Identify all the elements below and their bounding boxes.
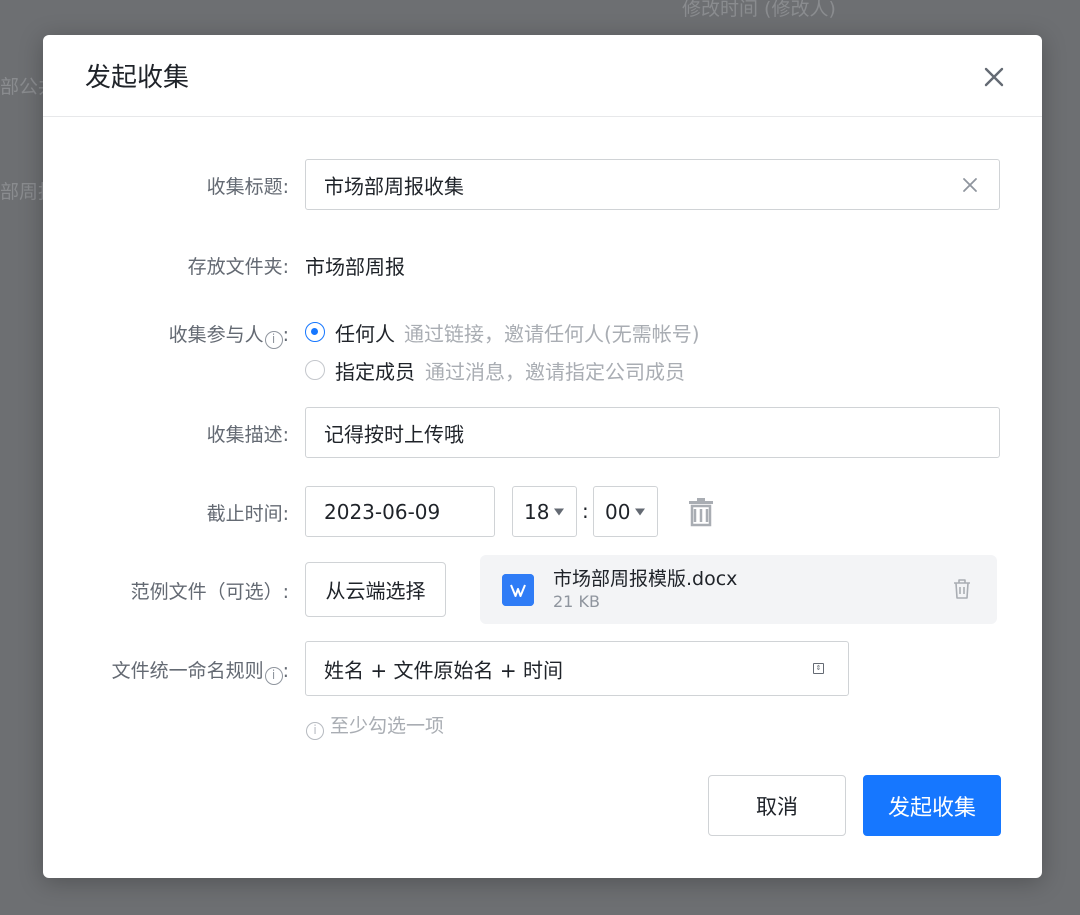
naming-rule-select[interactable]: 姓名 + 文件原始名 + 时间 ⇕ [305,641,849,696]
radio-anyone-hint: 通过链接，邀请任何人(无需帐号) [404,322,700,346]
label-colon: : [282,660,289,682]
sample-file-card: 市场部周报模版.docx 21 KB [480,555,997,624]
clear-icon[interactable] [961,176,979,194]
sample-file-name: 市场部周报模版.docx [553,568,738,590]
trash-icon[interactable] [686,497,716,527]
participants-label: 收集参与人 i: [169,320,289,349]
hour-select[interactable]: 18 [512,486,577,537]
info-icon[interactable]: i [264,331,283,349]
radio-anyone-label[interactable]: 任何人 [335,318,395,347]
folder-label: 存放文件夹: [187,256,289,278]
chevron-down-icon [635,508,645,515]
minute-select[interactable]: 00 [593,486,658,537]
folder-value: 市场部周报 [305,255,405,279]
dialog-title: 发起收集 [85,63,190,93]
hour-value: 18 [524,499,550,524]
submit-collection-button[interactable]: 发起收集 [863,775,1001,836]
cancel-button[interactable]: 取消 [708,775,846,836]
start-collection-dialog: 发起收集 收集标题: 市场部周报收集 存放文件夹: 市场部周报 收集参与人 i: … [43,35,1042,878]
info-icon[interactable]: i [264,667,283,685]
label-colon: : [282,324,289,346]
sample-file-size: 21 KB [553,592,600,611]
description-input[interactable]: 记得按时上传哦 [305,407,1000,458]
title-input[interactable]: 市场部周报收集 [305,159,1000,210]
time-separator: : [582,499,589,523]
description-input-value: 记得按时上传哦 [324,422,464,446]
minute-value: 00 [605,499,631,524]
background-column-header: 修改时间 (修改人) [682,0,836,20]
radio-specified-label[interactable]: 指定成员 [335,356,415,385]
naming-rule-hint-text: 至少勾选一项 [330,715,445,737]
title-input-value: 市场部周报收集 [324,174,464,198]
chevron-down-icon [554,508,564,515]
select-from-cloud-button[interactable]: 从云端选择 [305,562,446,617]
close-icon[interactable] [982,65,1006,89]
radio-specified-hint: 通过消息，邀请指定公司成员 [425,360,685,384]
info-icon: i [306,722,324,740]
naming-rule-value: 姓名 + 文件原始名 + 时间 [324,658,563,682]
naming-rule-label: 文件统一命名规则 i: [112,656,289,685]
deadline-label: 截止时间: [206,503,289,525]
description-label: 收集描述: [206,424,289,446]
deadline-date-value: 2023-06-09 [324,499,441,524]
title-label: 收集标题: [206,176,289,198]
naming-rule-label-text: 文件统一命名规则 [111,660,264,682]
select-arrows-icon: ⇕ [813,663,824,674]
dialog-header: 发起收集 [43,35,1042,117]
radio-anyone[interactable] [305,322,325,342]
radio-specified-members[interactable] [305,360,325,380]
trash-icon[interactable] [952,578,972,600]
deadline-date-input[interactable]: 2023-06-09 [305,486,495,537]
sample-file-label: 范例文件（可选）: [130,581,289,603]
word-doc-icon [502,574,534,606]
participants-label-text: 收集参与人 [168,324,264,346]
naming-rule-hint: i 至少勾选一项 [305,711,444,740]
